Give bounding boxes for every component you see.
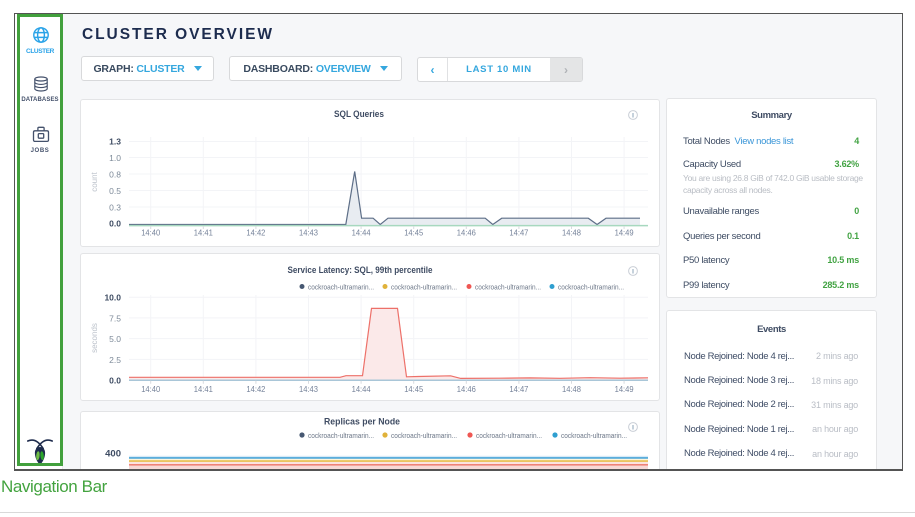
- svg-text:cockroach-ultramarin...: cockroach-ultramarin...: [391, 431, 457, 440]
- svg-text:14:43: 14:43: [299, 228, 318, 238]
- svg-text:14:44: 14:44: [352, 228, 371, 238]
- svg-text:14:46: 14:46: [457, 384, 476, 394]
- svg-text:cockroach-ultramarin...: cockroach-ultramarin...: [308, 431, 374, 440]
- svg-text:cockroach-ultramarin...: cockroach-ultramarin...: [391, 283, 457, 292]
- svg-text:14:42: 14:42: [246, 228, 265, 238]
- svg-text:0.3: 0.3: [109, 202, 121, 212]
- svg-text:14:48: 14:48: [562, 384, 581, 394]
- svg-text:0.8: 0.8: [109, 169, 121, 179]
- svg-text:14:45: 14:45: [404, 228, 423, 238]
- svg-text:cockroach-ultramarin...: cockroach-ultramarin...: [475, 283, 541, 292]
- svg-text:cockroach-ultramarin...: cockroach-ultramarin...: [308, 283, 374, 292]
- svg-text:count: count: [90, 171, 99, 191]
- svg-text:14:41: 14:41: [194, 228, 213, 238]
- svg-text:14:46: 14:46: [457, 228, 476, 238]
- svg-text:seconds: seconds: [90, 323, 99, 353]
- svg-text:14:44: 14:44: [352, 384, 371, 394]
- svg-text:14:49: 14:49: [615, 384, 634, 394]
- svg-text:SQL Queries: SQL Queries: [334, 109, 384, 120]
- svg-text:14:40: 14:40: [141, 384, 160, 394]
- svg-text:0.0: 0.0: [109, 376, 121, 386]
- svg-text:14:45: 14:45: [404, 384, 423, 394]
- svg-text:cockroach-ultramarin...: cockroach-ultramarin...: [561, 431, 627, 440]
- svg-text:10.0: 10.0: [104, 293, 121, 303]
- svg-text:Replicas per Node: Replicas per Node: [324, 417, 400, 428]
- svg-text:5.0: 5.0: [109, 334, 121, 344]
- svg-text:14:40: 14:40: [141, 228, 160, 238]
- svg-text:1.0: 1.0: [109, 153, 121, 163]
- svg-text:2.5: 2.5: [109, 355, 121, 365]
- svg-text:cockroach-ultramarin...: cockroach-ultramarin...: [476, 431, 542, 440]
- svg-text:7.5: 7.5: [109, 313, 121, 323]
- svg-text:Service Latency: SQL, 99th per: Service Latency: SQL, 99th percentile: [288, 265, 433, 276]
- svg-text:1.3: 1.3: [109, 137, 121, 147]
- svg-text:0.5: 0.5: [109, 186, 121, 196]
- svg-text:14:42: 14:42: [246, 384, 265, 394]
- svg-text:400: 400: [105, 449, 121, 460]
- svg-text:0.0: 0.0: [109, 219, 121, 229]
- svg-text:14:47: 14:47: [509, 228, 528, 238]
- svg-text:14:48: 14:48: [562, 228, 581, 238]
- svg-text:cockroach-ultramarin...: cockroach-ultramarin...: [558, 283, 624, 292]
- svg-text:14:41: 14:41: [194, 384, 213, 394]
- svg-text:14:49: 14:49: [615, 228, 634, 238]
- svg-text:14:47: 14:47: [509, 384, 528, 394]
- svg-text:14:43: 14:43: [299, 384, 318, 394]
